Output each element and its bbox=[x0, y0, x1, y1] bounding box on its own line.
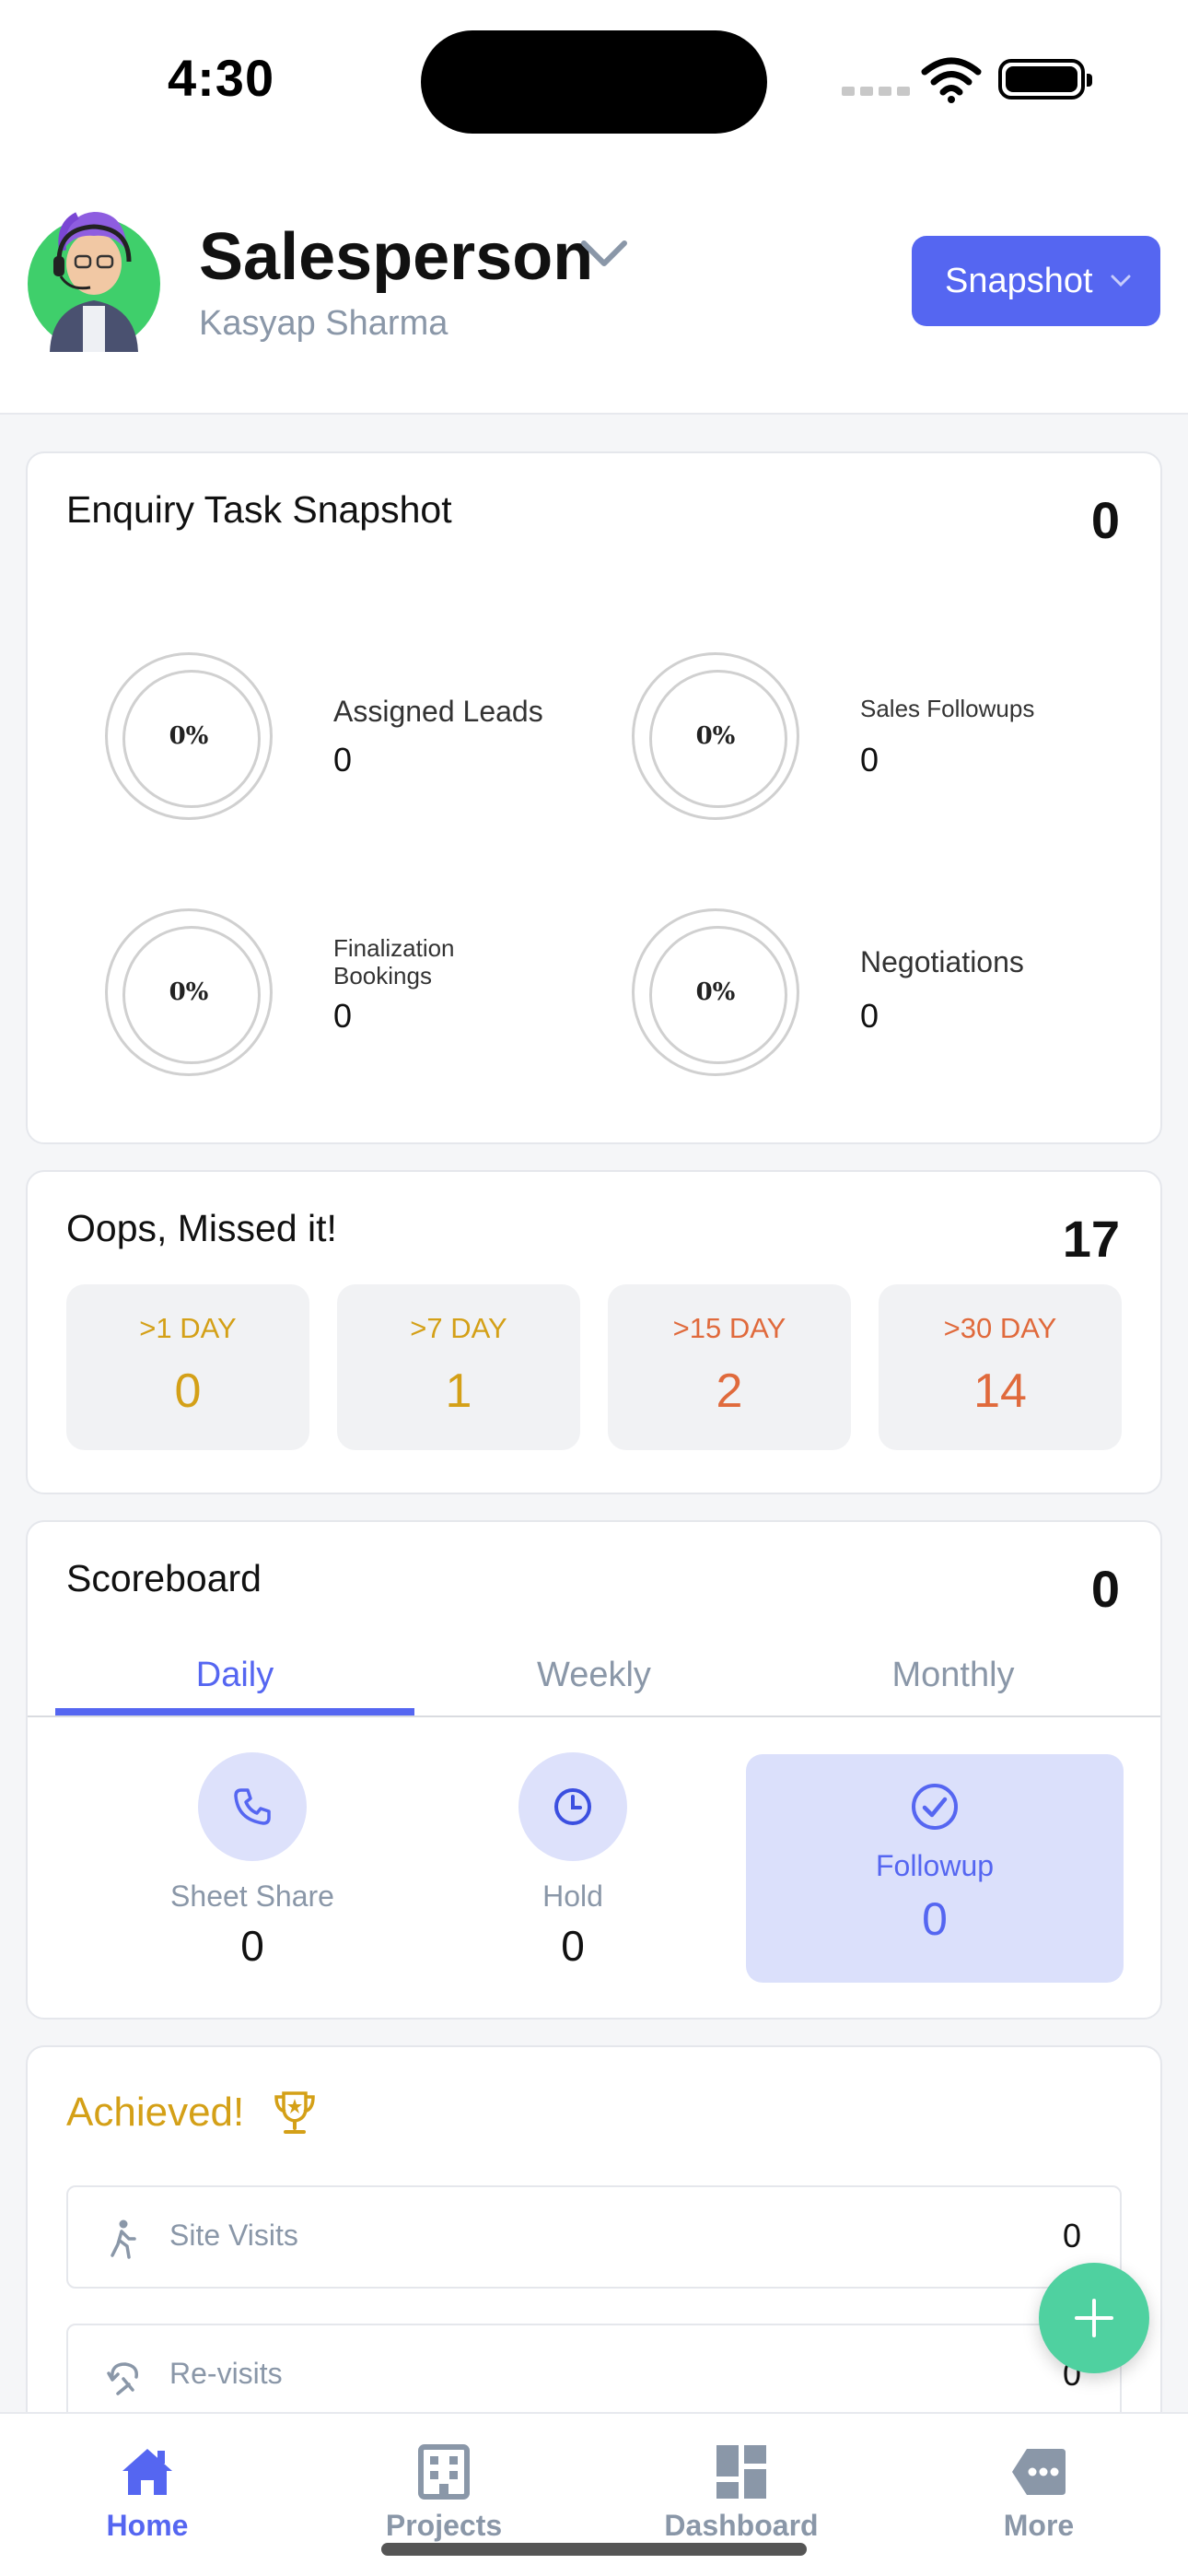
more-icon bbox=[1012, 2449, 1066, 2495]
achieved-value: 0 bbox=[1062, 2217, 1081, 2254]
achieved-row-site-visits[interactable]: Site Visits 0 bbox=[66, 2185, 1122, 2289]
chevron-down-icon bbox=[1111, 275, 1131, 287]
stat-value: 0 bbox=[860, 997, 879, 1035]
card-count: 0 bbox=[1090, 1560, 1120, 1618]
tab-daily[interactable]: Daily bbox=[55, 1634, 414, 1715]
avatar[interactable] bbox=[26, 197, 162, 352]
score-icon-circle bbox=[198, 1752, 307, 1861]
achieved-label: Site Visits bbox=[169, 2219, 298, 2252]
bucket-value: 2 bbox=[716, 1364, 743, 1418]
bucket-label: >1 DAY bbox=[139, 1312, 237, 1344]
missed-bucket-30-day[interactable]: >30 DAY 14 bbox=[879, 1284, 1122, 1450]
add-fab-button[interactable] bbox=[1039, 2263, 1149, 2373]
score-sheet-share[interactable]: Sheet Share 0 bbox=[137, 1752, 367, 1971]
phone-icon bbox=[234, 1788, 271, 1825]
active-tab-indicator bbox=[55, 1708, 414, 1715]
stat-label: Negotiations bbox=[860, 945, 1024, 978]
score-icon-circle bbox=[518, 1752, 627, 1861]
chevron-down-icon[interactable] bbox=[580, 238, 628, 269]
scoreboard-card: Scoreboard 0 Daily Weekly Monthly Sheet … bbox=[26, 1520, 1162, 2020]
check-circle-icon bbox=[912, 1784, 958, 1830]
achieved-title: Achieved! bbox=[66, 2090, 245, 2135]
stat-value: 0 bbox=[333, 741, 353, 779]
bucket-label: >15 DAY bbox=[672, 1312, 786, 1344]
nav-home[interactable]: Home bbox=[55, 2441, 239, 2543]
dynamic-island bbox=[421, 30, 767, 134]
trophy-icon bbox=[274, 2091, 315, 2134]
sales-followups-stat[interactable]: 0% Sales Followups 0 bbox=[632, 652, 1147, 827]
nav-label: Dashboard bbox=[664, 2509, 819, 2542]
nav-dashboard[interactable]: Dashboard bbox=[649, 2441, 833, 2543]
nav-label: Home bbox=[106, 2509, 189, 2542]
clock-icon bbox=[554, 1788, 591, 1825]
score-hold[interactable]: Hold 0 bbox=[458, 1752, 688, 1971]
stat-label: Assigned Leads bbox=[333, 695, 543, 728]
progress-percent: 0% bbox=[169, 978, 209, 1006]
score-value: 0 bbox=[922, 1893, 948, 1945]
battery-icon bbox=[998, 59, 1092, 100]
dashboard-icon bbox=[716, 2445, 766, 2499]
signal-icon bbox=[842, 87, 910, 96]
bucket-label: >7 DAY bbox=[410, 1312, 507, 1344]
score-value: 0 bbox=[561, 1922, 585, 1970]
stat-value: 0 bbox=[860, 741, 879, 779]
nav-more[interactable]: More bbox=[947, 2441, 1131, 2543]
score-label: Followup bbox=[875, 1849, 995, 1882]
building-icon bbox=[418, 2444, 470, 2500]
bucket-label: >30 DAY bbox=[943, 1312, 1057, 1344]
score-value: 0 bbox=[240, 1922, 264, 1970]
nav-projects[interactable]: Projects bbox=[352, 2441, 536, 2543]
missed-bucket-1-day[interactable]: >1 DAY 0 bbox=[66, 1284, 309, 1450]
nav-label: Projects bbox=[385, 2509, 503, 2542]
missed-tasks-card: Oops, Missed it! 17 >1 DAY 0 >7 DAY 1 >1… bbox=[26, 1170, 1162, 1494]
card-count: 0 bbox=[1090, 491, 1120, 549]
status-bar: 4:30 bbox=[0, 0, 1188, 157]
role-title[interactable]: Salesperson bbox=[199, 219, 593, 295]
missed-bucket-15-day[interactable]: >15 DAY 2 bbox=[608, 1284, 851, 1450]
progress-percent: 0% bbox=[695, 722, 736, 750]
snapshot-button-label: Snapshot bbox=[945, 261, 1093, 300]
card-title: Scoreboard bbox=[66, 1557, 262, 1599]
progress-percent: 0% bbox=[169, 722, 209, 750]
card-title: Enquiry Task Snapshot bbox=[66, 488, 452, 531]
stat-label: Sales Followups bbox=[860, 695, 1035, 722]
scoreboard-tabs: Daily Weekly Monthly bbox=[28, 1634, 1160, 1717]
user-name: Kasyap Sharma bbox=[199, 304, 448, 343]
tab-weekly[interactable]: Weekly bbox=[414, 1634, 774, 1715]
progress-percent: 0% bbox=[695, 978, 736, 1006]
missed-bucket-7-day[interactable]: >7 DAY 1 bbox=[337, 1284, 580, 1450]
revisit-icon bbox=[107, 2362, 138, 2395]
home-indicator bbox=[381, 2543, 807, 2556]
home-icon bbox=[122, 2449, 172, 2495]
tab-monthly[interactable]: Monthly bbox=[774, 1634, 1133, 1715]
score-followup[interactable]: Followup 0 bbox=[746, 1754, 1124, 1983]
nav-label: More bbox=[1003, 2509, 1075, 2542]
finalization-bookings-stat[interactable]: 0% Finalization Bookings 0 bbox=[105, 908, 621, 1083]
profile-header: Salesperson Kasyap Sharma Snapshot bbox=[0, 157, 1188, 415]
negotiations-stat[interactable]: 0% Negotiations 0 bbox=[632, 908, 1147, 1083]
card-count: 17 bbox=[1062, 1210, 1120, 1268]
status-time: 4:30 bbox=[168, 49, 275, 107]
achieved-label: Re-visits bbox=[169, 2357, 283, 2390]
card-title: Oops, Missed it! bbox=[66, 1207, 337, 1249]
snapshot-dropdown-button[interactable]: Snapshot bbox=[912, 236, 1160, 326]
assigned-leads-stat[interactable]: 0% Assigned Leads 0 bbox=[105, 652, 621, 827]
stat-value: 0 bbox=[333, 997, 353, 1035]
bucket-value: 0 bbox=[174, 1364, 202, 1418]
plus-icon bbox=[1075, 2299, 1113, 2337]
score-label: Sheet Share bbox=[170, 1879, 334, 1913]
wifi-icon bbox=[921, 57, 982, 103]
enquiry-task-snapshot-card: Enquiry Task Snapshot 0 0% Assigned Lead… bbox=[26, 451, 1162, 1144]
walking-icon bbox=[111, 2219, 136, 2259]
score-label: Hold bbox=[542, 1879, 603, 1913]
stat-label: Finalization Bookings bbox=[333, 934, 455, 989]
bucket-value: 1 bbox=[445, 1364, 472, 1418]
bucket-value: 14 bbox=[973, 1364, 1027, 1418]
